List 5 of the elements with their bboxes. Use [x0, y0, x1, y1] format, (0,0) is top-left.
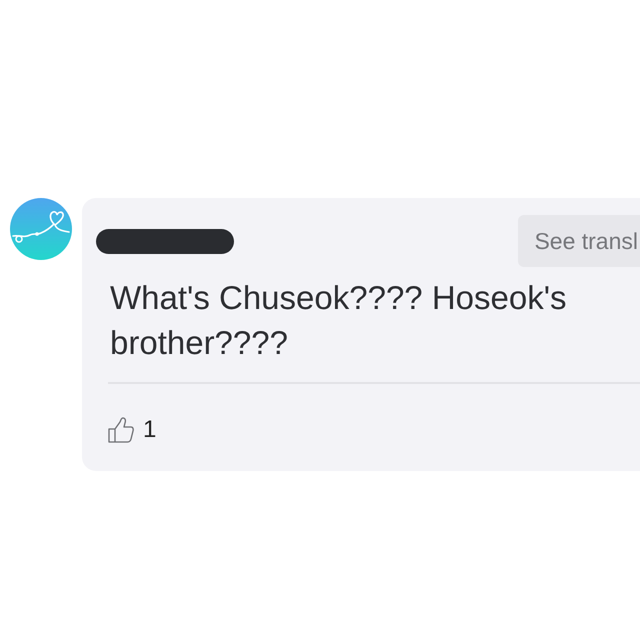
see-translation-button[interactable]: See transl [518, 215, 640, 267]
comment-text: What's Chuseok???? Hoseok's brother???? [110, 278, 568, 363]
like-count: 1 [143, 416, 156, 444]
avatar-icon [10, 198, 72, 260]
thumbs-up-icon[interactable] [108, 417, 134, 443]
